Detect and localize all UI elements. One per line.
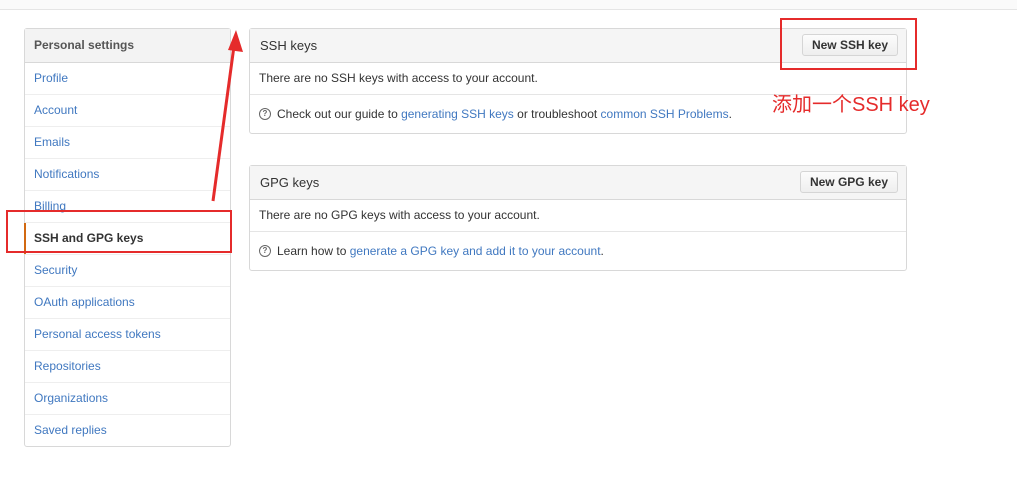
red-arrow-annotation-icon (211, 30, 243, 202)
